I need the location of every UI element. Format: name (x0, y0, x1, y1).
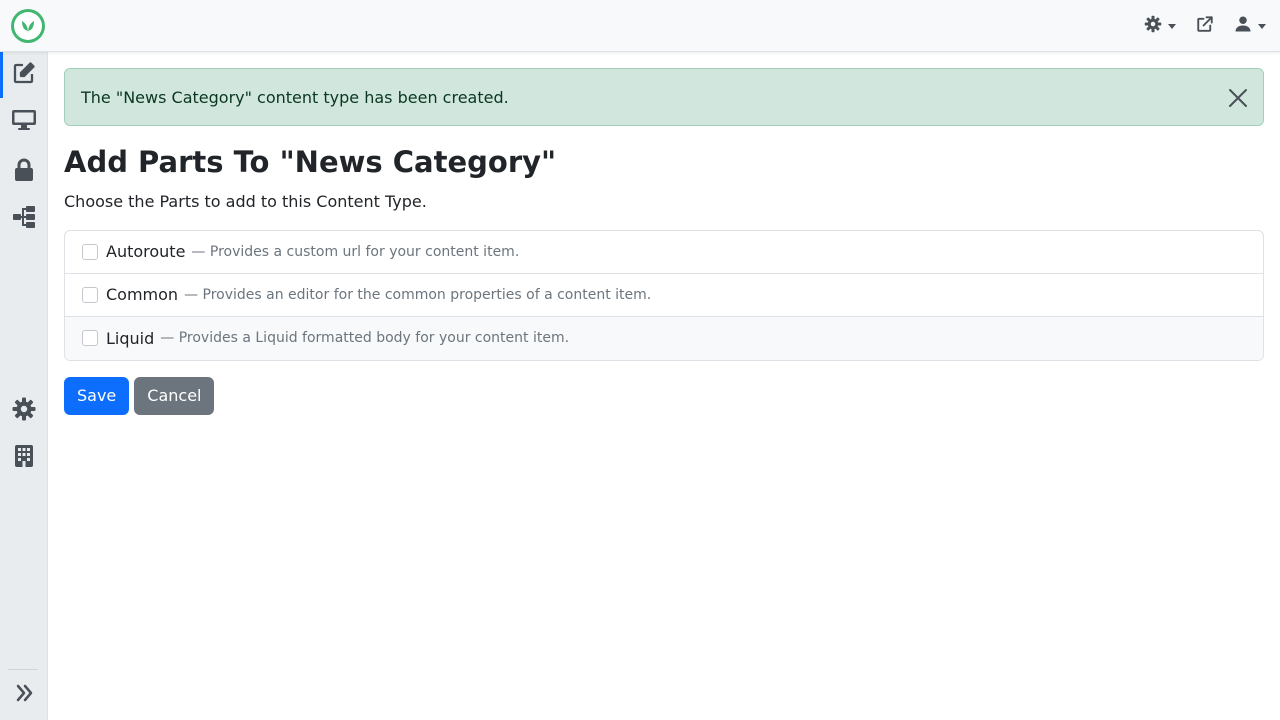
main-content: The "News Category" content type has bee… (64, 68, 1264, 415)
page-title: Add Parts To "News Category" (64, 145, 557, 179)
desktop-icon (11, 108, 37, 136)
part-checkbox-autoroute[interactable] (82, 243, 98, 260)
chevron-down-icon (1258, 23, 1266, 29)
double-chevron-right-icon (14, 683, 34, 707)
form-actions: Save Cancel (64, 376, 1264, 415)
part-checkbox-liquid[interactable] (82, 330, 98, 347)
success-alert: The "News Category" content type has bee… (64, 68, 1264, 126)
theme-gear-icon (1144, 15, 1162, 37)
top-navbar (0, 0, 1280, 52)
close-icon[interactable] (1227, 87, 1249, 109)
sidebar-item-design[interactable] (0, 99, 47, 145)
sidebar-divider (8, 669, 38, 670)
building-icon (14, 444, 34, 472)
parts-list: Autoroute — Provides a custom url for yo… (64, 229, 1264, 361)
admin-sidebar (0, 52, 48, 720)
part-description: — Provides a custom url for your content… (191, 243, 520, 260)
list-item: Liquid — Provides a Liquid formatted bod… (65, 316, 1263, 360)
list-item: Autoroute — Provides a custom url for yo… (65, 231, 1263, 274)
part-description: — Provides a Liquid formatted body for y… (160, 330, 570, 347)
orchard-logo-icon[interactable] (11, 9, 45, 43)
sidebar-item-content[interactable] (0, 52, 47, 98)
sidebar-toggle-button[interactable] (0, 672, 47, 718)
external-link-icon (1196, 15, 1214, 37)
user-menu-button[interactable] (1234, 15, 1266, 37)
save-button[interactable]: Save (64, 376, 130, 415)
page-intro: Choose the Parts to add to this Content … (64, 191, 427, 211)
part-name[interactable]: Liquid (106, 329, 154, 348)
part-name[interactable]: Common (106, 285, 178, 304)
part-description: — Provides an editor for the common prop… (184, 286, 652, 303)
visit-site-button[interactable] (1196, 15, 1214, 37)
part-checkbox-common[interactable] (82, 286, 98, 303)
sitemap-icon (12, 205, 36, 233)
sidebar-item-security[interactable] (0, 149, 47, 195)
sidebar-item-workflows[interactable] (0, 196, 47, 242)
list-item: Common — Provides an editor for the comm… (65, 274, 1263, 317)
edit-icon (12, 61, 36, 89)
chevron-down-icon (1168, 23, 1176, 29)
part-name[interactable]: Autoroute (106, 242, 185, 261)
lock-icon (13, 158, 35, 186)
gear-icon (12, 397, 36, 425)
user-icon (1234, 15, 1252, 37)
theme-toggle-button[interactable] (1144, 15, 1176, 37)
cancel-button[interactable]: Cancel (134, 376, 215, 415)
alert-message: The "News Category" content type has bee… (81, 87, 509, 107)
sidebar-item-tenants[interactable] (0, 435, 47, 481)
sidebar-item-configuration[interactable] (0, 388, 47, 434)
